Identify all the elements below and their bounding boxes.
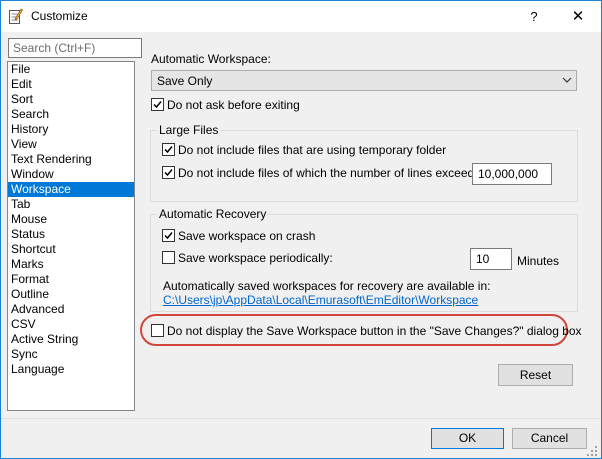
category-item[interactable]: Active String <box>8 332 134 347</box>
category-item[interactable]: Marks <box>8 257 134 272</box>
save-periodically-label: Save workspace periodically: <box>178 251 333 265</box>
category-item[interactable]: Advanced <box>8 302 134 317</box>
category-item[interactable]: Format <box>8 272 134 287</box>
temp-folder-checkbox[interactable] <box>162 143 175 156</box>
category-item[interactable]: Shortcut <box>8 242 134 257</box>
recovery-info-text: Automatically saved workspaces for recov… <box>163 279 491 293</box>
cancel-button[interactable]: Cancel <box>512 428 587 449</box>
automatic-workspace-label: Automatic Workspace: <box>151 52 271 66</box>
save-periodically-checkbox[interactable] <box>162 251 175 264</box>
window-title: Customize <box>31 9 88 23</box>
category-item[interactable]: Sync <box>8 347 134 362</box>
workspace-path-link[interactable]: C:\Users\jp\AppData\Local\Emurasoft\EmEd… <box>163 293 478 307</box>
reset-button[interactable]: Reset <box>498 364 573 386</box>
do-not-ask-label: Do not ask before exiting <box>167 98 300 112</box>
category-item[interactable]: Window <box>8 167 134 182</box>
automatic-recovery-group-label: Automatic Recovery <box>157 207 269 221</box>
automatic-workspace-select[interactable]: Save Only <box>151 70 577 91</box>
category-item[interactable]: CSV <box>8 317 134 332</box>
save-on-crash-label: Save workspace on crash <box>178 229 316 243</box>
temp-folder-label: Do not include files that are using temp… <box>178 143 447 157</box>
do-not-ask-checkbox[interactable] <box>151 98 164 111</box>
hide-save-workspace-button-label: Do not display the Save Workspace button… <box>167 324 582 338</box>
automatic-workspace-value: Save Only <box>157 74 213 88</box>
category-item[interactable]: Outline <box>8 287 134 302</box>
category-item[interactable]: Search <box>8 107 134 122</box>
category-item[interactable]: Workspace <box>8 182 134 197</box>
category-item[interactable]: View <box>8 137 134 152</box>
checkmark-icon <box>164 169 173 177</box>
category-item[interactable]: Sort <box>8 92 134 107</box>
lines-exceed-label: Do not include files of which the number… <box>178 166 478 180</box>
ok-button[interactable]: OK <box>431 428 504 449</box>
lines-limit-input[interactable]: 10,000,000 <box>472 163 552 185</box>
checkmark-icon <box>164 232 173 240</box>
minutes-input[interactable]: 10 <box>470 248 512 270</box>
search-input[interactable]: Search (Ctrl+F) <box>8 38 142 58</box>
category-item[interactable]: Text Rendering <box>8 152 134 167</box>
checkmark-icon <box>164 146 173 154</box>
category-item[interactable]: Edit <box>8 77 134 92</box>
title-bar: Customize ? ✕ <box>1 1 601 32</box>
save-on-crash-checkbox[interactable] <box>162 229 175 242</box>
help-button[interactable]: ? <box>511 1 557 32</box>
resize-grip-icon[interactable] <box>586 445 598 457</box>
checkmark-icon <box>153 101 162 109</box>
category-item[interactable]: History <box>8 122 134 137</box>
hide-save-workspace-button-checkbox[interactable] <box>151 324 164 337</box>
large-files-group-label: Large Files <box>157 123 221 137</box>
app-icon <box>9 8 23 24</box>
dialog-footer <box>1 418 600 458</box>
category-item[interactable]: Language <box>8 362 134 377</box>
category-item[interactable]: Status <box>8 227 134 242</box>
minutes-unit-label: Minutes <box>517 254 560 268</box>
category-item[interactable]: File <box>8 62 134 77</box>
category-list[interactable]: File Edit Sort Search History View Text Render… <box>7 61 135 411</box>
close-button[interactable]: ✕ <box>555 1 601 32</box>
chevron-down-icon <box>561 74 573 86</box>
category-item[interactable]: Tab <box>8 197 134 212</box>
lines-exceed-checkbox[interactable] <box>162 166 175 179</box>
category-item[interactable]: Mouse <box>8 212 134 227</box>
